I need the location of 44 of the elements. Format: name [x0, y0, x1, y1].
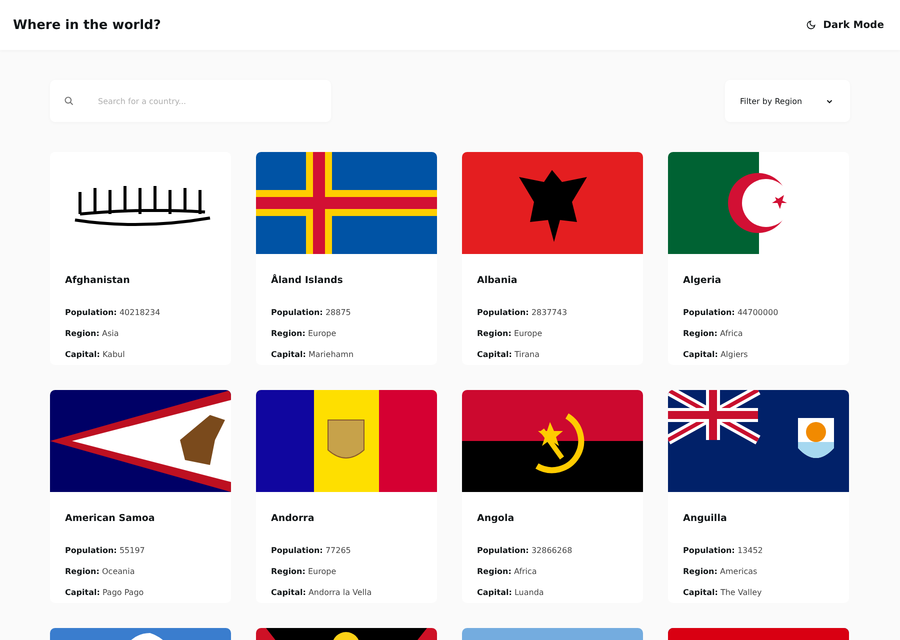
- dark-mode-toggle[interactable]: Dark Mode: [806, 20, 884, 30]
- region-text: Region: Europe: [271, 329, 338, 338]
- search-icon: [64, 96, 74, 106]
- capital-text: Capital: Mariehamn: [271, 350, 355, 359]
- population-text: Population: 32866268: [477, 546, 574, 555]
- population-text: Population: 13452: [683, 546, 764, 555]
- country-card[interactable]: Algeria Population: 44700000 Region: Africa Capital: Algiers: [668, 152, 849, 365]
- region-text: Region: Europe: [271, 567, 338, 576]
- site-title: Where in the world?: [13, 18, 161, 32]
- moon-icon: [806, 20, 816, 30]
- country-name: Afghanistan: [65, 275, 131, 286]
- country-card[interactable]: American Samoa Population: 55197 Region: Oceania Capital: Pago Pago: [50, 390, 231, 603]
- population-text: Population: 28875: [271, 308, 352, 317]
- country-name: American Samoa: [65, 513, 156, 524]
- population-text: Population: 40218234: [65, 308, 162, 317]
- population-text: Population: 77265: [271, 546, 352, 555]
- country-name: Anguilla: [683, 513, 728, 524]
- country-card[interactable]: Åland Islands Population: 28875 Region: Europe Capital: Mariehamn: [256, 152, 437, 365]
- region-text: Region: Africa: [683, 329, 744, 338]
- capital-text: Capital: Algiers: [683, 350, 749, 359]
- capital-text: Capital: Pago Pago: [65, 588, 145, 597]
- region-filter-dropdown[interactable]: Filter by Region: [725, 80, 850, 122]
- region-text: Region: Americas: [683, 567, 758, 576]
- region-text: Region: Oceania: [65, 567, 136, 576]
- country-name: Angola: [477, 513, 516, 524]
- country-name: Åland Islands: [271, 275, 344, 286]
- population-text: Population: 2837743: [477, 308, 568, 317]
- region-text: Region: Asia: [65, 329, 120, 338]
- capital-text: Capital: The Valley: [683, 588, 763, 597]
- country-card[interactable]: Angola Population: 32866268 Region: Africa Capital: Luanda: [462, 390, 643, 603]
- country-card[interactable]: Andorra Population: 77265 Region: Europe Capital: Andorra la Vella: [256, 390, 437, 603]
- capital-text: Capital: Luanda: [477, 588, 545, 597]
- country-name: Algeria: [683, 275, 722, 286]
- region-text: Region: Africa: [477, 567, 538, 576]
- capital-text: Capital: Kabul: [65, 350, 126, 359]
- population-text: Population: 44700000: [683, 308, 780, 317]
- country-card[interactable]: Albania Population: 2837743 Region: Europe Capital: Tirana: [462, 152, 643, 365]
- capital-text: Capital: Tirana: [477, 350, 540, 359]
- country-card[interactable]: Anguilla Population: 13452 Region: Americas Capital: The Valley: [668, 390, 849, 603]
- region-text: Region: Europe: [477, 329, 544, 338]
- country-name: Albania: [477, 275, 518, 286]
- country-name: Andorra: [271, 513, 316, 524]
- population-text: Population: 55197: [65, 546, 146, 555]
- capital-text: Capital: Andorra la Vella: [271, 588, 373, 597]
